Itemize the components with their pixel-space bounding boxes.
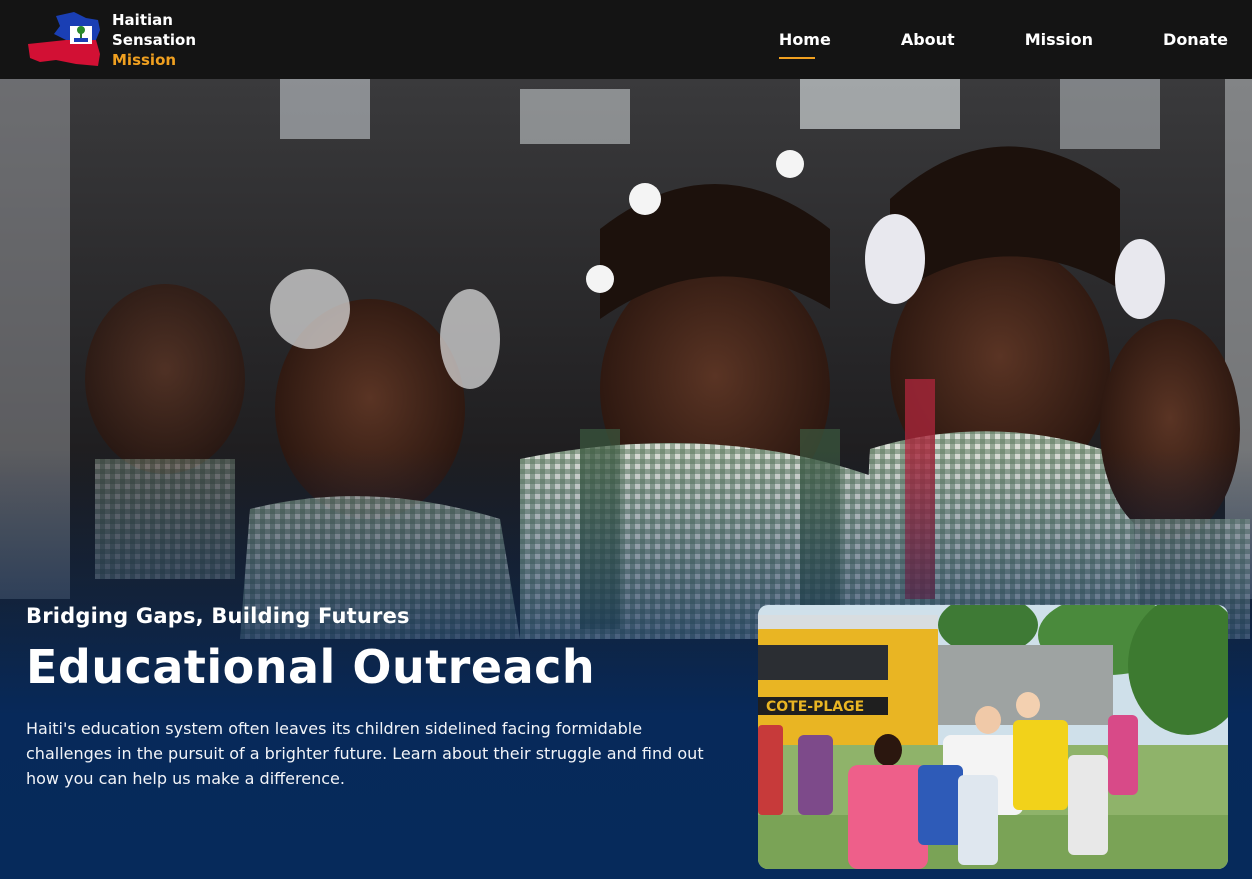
page-title: Educational Outreach xyxy=(26,640,596,694)
brand-line-1: Haitian xyxy=(112,10,173,29)
nav-home-link[interactable]: Home xyxy=(778,26,831,59)
bus-sign-text: COTE-PLAGE xyxy=(766,699,864,715)
hero-tagline: Bridging Gaps, Building Futures xyxy=(26,604,410,628)
nav-mission-link[interactable]: Mission xyxy=(1025,26,1093,53)
hero-description: Haiti's education system often leaves it… xyxy=(26,719,704,788)
brand-line-2: Sensation xyxy=(112,30,197,49)
hero-content: Bridging Gaps, Building Futures Educatio… xyxy=(26,604,726,791)
outreach-photo: COTE-PLAGE xyxy=(758,605,1228,869)
brand-logo-link[interactable]: Haitian Sensation Mission xyxy=(26,10,196,70)
nav-donate-link[interactable]: Donate xyxy=(1163,26,1228,53)
hero-section: Bridging Gaps, Building Futures Educatio… xyxy=(0,79,1252,879)
top-navbar: Haitian Sensation Mission Home About Mis… xyxy=(0,0,1252,79)
brand-name: Haitian Sensation Mission xyxy=(112,10,196,70)
bus-and-children-image: COTE-PLAGE xyxy=(758,605,1228,869)
nav-about-link[interactable]: About xyxy=(901,26,955,53)
brand-line-3: Mission xyxy=(112,50,177,69)
main-menu: Home About Mission Donate xyxy=(778,26,1228,59)
haiti-map-logo-icon xyxy=(28,11,100,66)
